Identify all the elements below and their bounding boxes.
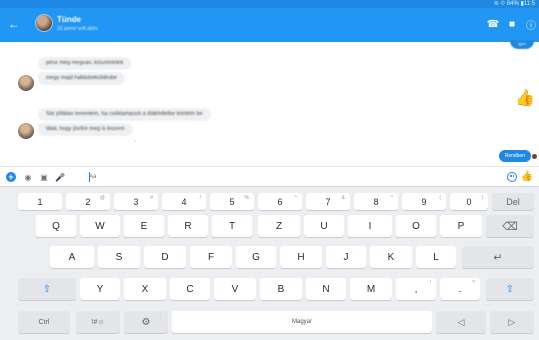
chat-thread[interactable]: igen pénz még megvan, köszöntelek megy m… [0, 40, 539, 166]
symbols-key[interactable]: !#☺ [76, 311, 120, 333]
back-arrow-icon[interactable]: ← [8, 17, 22, 31]
key-8[interactable]: 8 * [354, 193, 398, 210]
key-f[interactable]: F [190, 246, 232, 268]
phone-call-icon[interactable]: ☎ [486, 17, 500, 31]
key-4[interactable]: 4/ [162, 193, 206, 210]
contact-name[interactable]: Tünde [57, 15, 81, 24]
incoming-message[interactable]: Sár jóllátan teremtem, ha csóktampuck a … [38, 108, 211, 121]
key-y[interactable]: Y [80, 278, 120, 300]
cursor-left-key[interactable]: ◁ [436, 311, 486, 333]
composer-bar: + ◉ ▣ 🎤 👍 [0, 166, 539, 186]
cursor-right-key[interactable]: ▷ [490, 311, 534, 333]
keyboard-settings-key[interactable]: ⚙ ⋮ [124, 311, 168, 333]
key-n[interactable]: N [306, 278, 346, 300]
key-c[interactable]: C [170, 278, 210, 300]
key-b[interactable]: B [260, 278, 302, 300]
key-comma[interactable]: ,! [396, 278, 436, 300]
microphone-icon[interactable]: 🎤 [55, 172, 65, 182]
key-6[interactable]: 6 ^ [258, 193, 302, 210]
incoming-message[interactable]: látat, hogy jövőre meg is leszem [38, 123, 133, 136]
key-3[interactable]: 3 # [114, 193, 158, 210]
seen-avatar [532, 154, 537, 159]
key-h[interactable]: H [280, 246, 322, 268]
left-shift-key[interactable]: ⇧ [18, 278, 76, 300]
key-2[interactable]: 2 @ [66, 193, 110, 210]
shift-icon: ⇧ [42, 283, 52, 295]
space-bar[interactable]: Magyar [172, 311, 432, 333]
key-m[interactable]: M [350, 278, 392, 300]
read-receipt-icon: ✓ [134, 138, 138, 143]
info-icon[interactable]: ⓘ [524, 17, 538, 32]
like-button-icon[interactable]: 👍 [521, 171, 533, 183]
on-screen-keyboard: 1 2 @ 3 # 4/ 5% 6 ^ 7 & 8 * 9( 0) Del Q W E R… [0, 186, 539, 340]
key-x[interactable]: X [124, 278, 166, 300]
gear-icon: ⚙ [141, 316, 151, 328]
key-t[interactable]: T [212, 215, 252, 237]
key-7[interactable]: 7 & [306, 193, 350, 210]
emoji-icon[interactable] [507, 172, 517, 182]
outgoing-message-partial[interactable]: igen [510, 40, 534, 49]
backspace-key[interactable]: ⌫ [486, 215, 534, 237]
key-5[interactable]: 5% [210, 193, 254, 210]
key-l[interactable]: L [416, 246, 456, 268]
key-i[interactable]: I [348, 215, 392, 237]
sender-avatar[interactable] [18, 123, 34, 139]
key-u[interactable]: U [304, 215, 344, 237]
key-a[interactable]: A [50, 246, 94, 268]
key-period[interactable]: .? [440, 278, 480, 300]
key-j[interactable]: J [326, 246, 366, 268]
contact-status: 15 perce volt aktív. [57, 26, 99, 32]
status-bar: ≋ ⟐ 84% ▮11:5 [0, 0, 539, 8]
incoming-message[interactable]: megy majd hallásbeküldésbe [38, 72, 125, 85]
key-z[interactable]: Z [258, 215, 300, 237]
backspace-icon: ⌫ [502, 220, 518, 233]
key-r[interactable]: R [168, 215, 208, 237]
key-o[interactable]: O [396, 215, 436, 237]
video-call-icon[interactable]: ■ [505, 17, 519, 31]
key-k[interactable]: K [370, 246, 412, 268]
message-input[interactable] [89, 171, 499, 183]
like-sticker-icon[interactable]: 👍 [515, 90, 535, 108]
key-q[interactable]: Q [36, 215, 76, 237]
contact-avatar[interactable] [35, 14, 53, 32]
delete-key[interactable]: Del [492, 193, 534, 210]
right-shift-key[interactable]: ⇧ [486, 278, 534, 300]
right-arrow-icon: ▷ [508, 316, 516, 327]
plus-icon[interactable]: + [6, 172, 16, 182]
outgoing-message[interactable]: Rendben [498, 150, 531, 162]
incoming-message[interactable]: pénz még megvan, köszöntelek [38, 57, 132, 70]
key-d[interactable]: D [144, 246, 186, 268]
status-text: ≋ ⟐ 84% ▮11:5 [493, 1, 535, 7]
key-9[interactable]: 9( [402, 193, 446, 210]
key-p[interactable]: P [440, 215, 482, 237]
enter-key[interactable]: ↵ [462, 246, 534, 268]
status-icons: ≋ ⟐ 84% ▮11:5 [494, 0, 535, 8]
shift-icon: ⇧ [505, 283, 515, 295]
left-arrow-icon: ◁ [457, 316, 465, 327]
key-0[interactable]: 0) [450, 193, 488, 210]
key-w[interactable]: W [80, 215, 120, 237]
key-s[interactable]: S [98, 246, 140, 268]
key-e[interactable]: E [124, 215, 164, 237]
enter-icon: ↵ [493, 251, 503, 264]
ctrl-key[interactable]: Ctrl [18, 311, 70, 333]
camera-icon[interactable]: ◉ [23, 172, 33, 182]
sender-avatar[interactable] [18, 75, 34, 91]
key-g[interactable]: G [236, 246, 276, 268]
key-v[interactable]: V [214, 278, 256, 300]
gallery-icon[interactable]: ▣ [39, 172, 49, 182]
app-bar: ← Tünde 15 perce volt aktív. ☎ ■ ⓘ [0, 8, 539, 42]
key-1[interactable]: 1 [18, 193, 62, 210]
